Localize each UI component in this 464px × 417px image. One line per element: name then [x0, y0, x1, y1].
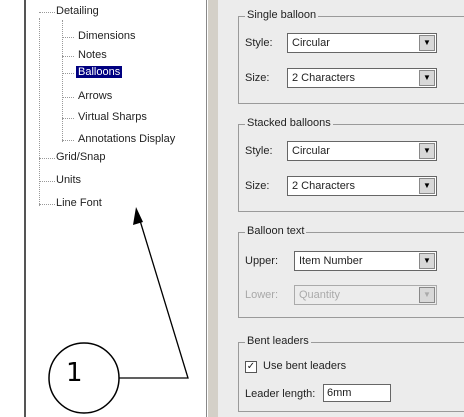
- callout-number: 1: [66, 358, 83, 388]
- callout-annotation: [48, 207, 189, 414]
- callout-leader-line: [119, 213, 189, 379]
- options-dialog-excerpt: Detailing Dimensions Notes Balloons Arro…: [0, 0, 464, 417]
- callout-arrowhead: [133, 207, 143, 225]
- callout-circle: [48, 342, 120, 414]
